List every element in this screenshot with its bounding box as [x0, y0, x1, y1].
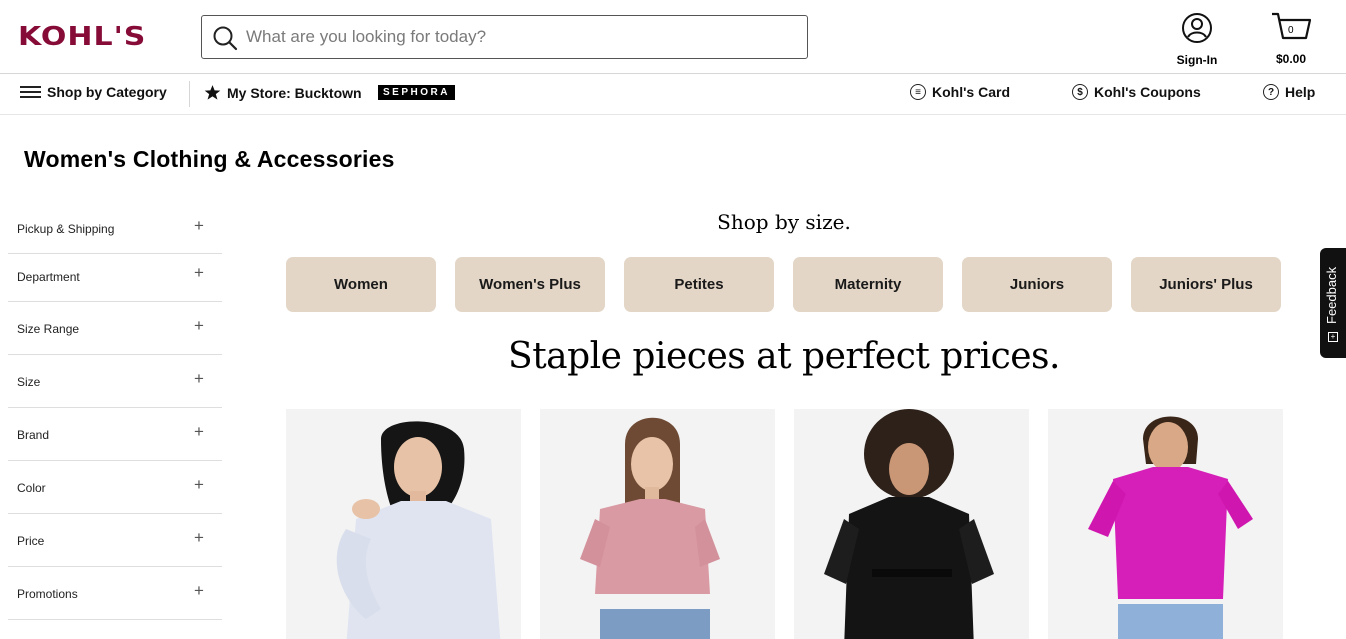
filter-size-range[interactable]: Size Range + [8, 302, 222, 355]
plus-icon[interactable]: + [194, 422, 204, 442]
page-title: Women's Clothing & Accessories [24, 146, 395, 172]
sign-in-label: Sign-In [1176, 53, 1218, 67]
filter-label: Pickup & Shipping [17, 222, 115, 236]
feedback-icon: + [1328, 332, 1338, 342]
filter-label: Promotions [17, 587, 78, 601]
product-image-row [286, 409, 1283, 639]
cart-button[interactable]: 0 $0.00 [1266, 12, 1316, 66]
plus-icon[interactable]: + [194, 369, 204, 389]
filter-price[interactable]: Price + [8, 514, 222, 567]
search-icon[interactable] [212, 25, 238, 51]
site-header: KOHL'S Sign-In 0 $0.00 [0, 0, 1346, 74]
size-womens-plus-button[interactable]: Women's Plus [455, 257, 605, 312]
search-input[interactable] [246, 24, 786, 50]
filter-label: Department [17, 270, 80, 284]
size-women-button[interactable]: Women [286, 257, 436, 312]
filter-pickup-shipping[interactable]: Pickup & Shipping + [8, 202, 222, 254]
plus-icon[interactable]: + [194, 475, 204, 495]
plus-icon[interactable]: + [194, 316, 204, 336]
plus-icon[interactable]: + [194, 263, 204, 283]
product-image-black-dress[interactable] [794, 409, 1029, 639]
filter-brand[interactable]: Brand + [8, 408, 222, 461]
kohls-card-link[interactable]: ≡ Kohl's Card [910, 84, 1010, 100]
help-label: Help [1285, 84, 1316, 100]
kohls-coupons-label: Kohl's Coupons [1094, 84, 1201, 100]
product-image-magenta-shirt[interactable] [1048, 409, 1283, 639]
my-store-button[interactable]: My Store: Bucktown [204, 84, 362, 101]
help-icon: ? [1263, 84, 1279, 100]
filter-label: Brand [17, 428, 50, 442]
size-maternity-button[interactable]: Maternity [793, 257, 943, 312]
card-icon: ≡ [910, 84, 926, 100]
sign-in-button[interactable]: Sign-In [1172, 12, 1222, 67]
search-bar[interactable] [201, 15, 808, 59]
feedback-label: Feedback [1324, 266, 1339, 324]
plus-icon[interactable]: + [194, 528, 204, 548]
star-icon [204, 85, 221, 100]
kohls-logo[interactable]: KOHL'S [18, 22, 146, 52]
help-link[interactable]: ? Help [1263, 84, 1315, 100]
filter-label: Size Range [17, 322, 80, 336]
filter-size[interactable]: Size + [8, 355, 222, 408]
nav-divider [189, 81, 190, 107]
cart-total: $0.00 [1275, 52, 1307, 66]
size-juniors-button[interactable]: Juniors [962, 257, 1112, 312]
menu-icon [20, 86, 41, 98]
kohls-card-label: Kohl's Card [932, 84, 1011, 100]
kohls-coupons-link[interactable]: $ Kohl's Coupons [1072, 84, 1201, 100]
my-store-label: My Store: Bucktown [227, 84, 362, 101]
product-image-white-shirt[interactable] [286, 409, 521, 639]
coupon-dollar-icon: $ [1072, 84, 1088, 100]
filter-promotions[interactable]: Promotions + [8, 567, 222, 620]
shop-by-category-label: Shop by Category [47, 84, 167, 100]
filter-color[interactable]: Color + [8, 461, 222, 514]
secondary-nav: Shop by Category My Store: Bucktown SEPH… [0, 75, 1346, 115]
shop-by-size-heading: Shop by size. [717, 210, 851, 234]
feedback-tab[interactable]: + Feedback [1320, 248, 1346, 358]
size-juniors-plus-button[interactable]: Juniors' Plus [1131, 257, 1281, 312]
shop-by-category-button[interactable]: Shop by Category [20, 84, 167, 100]
cart-count: 0 [1288, 25, 1294, 36]
filter-department[interactable]: Department + [8, 254, 222, 302]
sephora-badge[interactable]: SEPHORA [378, 85, 455, 100]
size-button-row: Women Women's Plus Petites Maternity Jun… [286, 257, 1281, 312]
filter-sidebar: Pickup & Shipping + Department + Size Ra… [8, 202, 222, 620]
size-petites-button[interactable]: Petites [624, 257, 774, 312]
filter-label: Size [17, 375, 41, 389]
product-image-pink-sweater[interactable] [540, 409, 775, 639]
plus-icon[interactable]: + [194, 581, 204, 601]
account-icon [1182, 13, 1212, 43]
staple-pieces-heading: Staple pieces at perfect prices. [508, 336, 1060, 377]
plus-icon[interactable]: + [194, 216, 204, 236]
filter-label: Price [17, 534, 45, 548]
filter-label: Color [17, 481, 46, 495]
